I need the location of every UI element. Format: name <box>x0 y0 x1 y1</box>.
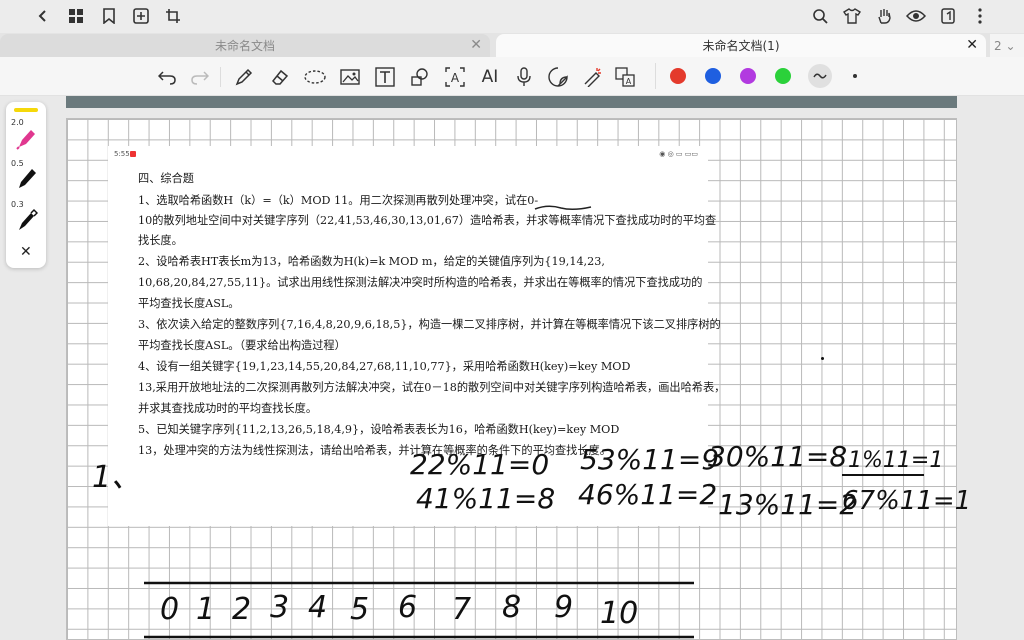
tab-overflow-button[interactable]: 2 ⌄ <box>990 34 1024 57</box>
index-label: 6 <box>398 590 418 625</box>
tab-label: 未命名文档(1) <box>702 39 780 53</box>
ocr-icon[interactable]: A <box>443 65 467 89</box>
close-icon[interactable]: ✕ <box>20 244 32 260</box>
tab-strip: 未命名文档 ✕ 未命名文档(1) ✕ 2 ⌄ <box>0 33 1024 57</box>
question-line: 1、选取哈希函数H（k）=（k）MOD 11。用二次探测再散列处理冲突，试在0- <box>138 194 539 207</box>
crop-icon[interactable] <box>162 5 184 27</box>
index-label: 2 <box>232 592 252 627</box>
tablet-icon[interactable] <box>937 5 959 27</box>
question-line: 4、设有一组关键字{19,1,23,14,55,20,84,27,68,11,1… <box>138 360 631 373</box>
question-line: 四、综合题 <box>138 172 194 185</box>
index-label: 9 <box>554 590 574 625</box>
question-line: 并求其查找成功时的平均查找长度。 <box>138 402 318 415</box>
handwritten-equation: 22%11=0 <box>410 448 550 481</box>
close-icon[interactable]: ✕ <box>470 37 482 53</box>
fountain-pen-icon[interactable] <box>16 208 39 236</box>
more-vertical-icon[interactable] <box>969 5 991 27</box>
question-line: 2、设哈希表HT表长m为13，哈希函数为H(k)=k MOD m，给定的关键值序… <box>138 255 605 268</box>
eye-icon[interactable] <box>905 5 927 27</box>
color-swatch-red[interactable] <box>670 68 686 84</box>
highlighter-color-bar <box>14 108 38 112</box>
add-page-icon[interactable] <box>130 5 152 27</box>
shirt-icon[interactable] <box>841 5 863 27</box>
divider <box>220 67 221 87</box>
stroke-size-dot[interactable] <box>853 74 857 78</box>
highlighter-icon[interactable] <box>16 126 38 154</box>
handwritten-equation: 53%11=9 <box>580 443 720 476</box>
shape-icon[interactable] <box>408 65 432 89</box>
undo-icon[interactable] <box>155 65 179 89</box>
handwritten-label: 1、 <box>92 460 142 495</box>
image-icon[interactable] <box>338 65 362 89</box>
hash-table-top-line <box>144 581 694 585</box>
stroke-style-icon[interactable] <box>808 64 832 88</box>
handwritten-equation: 67%11=1 <box>842 486 972 516</box>
question-line: 5、已知关键字序列{11,2,13,26,5,18,4,9}，设哈希表表长为16… <box>138 423 620 436</box>
handwritten-equation: 46%11=2 <box>578 478 718 511</box>
color-swatch-green[interactable] <box>775 68 791 84</box>
divider <box>655 63 656 89</box>
drawing-toolbar: A AI A <box>0 57 1024 96</box>
redo-icon[interactable] <box>188 65 212 89</box>
index-label: 7 <box>452 592 472 627</box>
question-line: 找长度。 <box>138 234 183 247</box>
hash-table-bottom-line <box>144 635 694 639</box>
ai-icon[interactable]: AI <box>478 65 502 89</box>
index-label: 10 <box>600 596 639 631</box>
previous-page-edge <box>66 96 957 108</box>
grid-icon[interactable] <box>65 5 87 27</box>
laser-pointer-icon[interactable] <box>580 65 604 89</box>
status-icons: ◉ ◎ ▭ ▭▭ <box>659 150 698 158</box>
handwritten-equation: 41%11=8 <box>416 482 556 515</box>
handwritten-equation: 13%11=2 <box>718 488 858 521</box>
pen-tool-icon[interactable] <box>16 166 38 194</box>
index-label: 4 <box>308 590 328 625</box>
translate-icon[interactable]: A <box>613 65 637 89</box>
handwritten-fraction-line <box>842 474 924 476</box>
bookmark-icon[interactable] <box>98 5 120 27</box>
hand-icon[interactable] <box>873 5 895 27</box>
tab-document-2[interactable]: 未命名文档(1) ✕ <box>496 34 986 57</box>
question-line: 平均查找长度ASL。 <box>138 297 240 310</box>
ink-dot <box>821 357 824 360</box>
index-label: 8 <box>502 590 522 625</box>
pen-size-panel: 2.0 0.5 0.3 ✕ <box>6 102 46 268</box>
color-swatch-purple[interactable] <box>740 68 756 84</box>
tab-document-1[interactable]: 未命名文档 ✕ <box>0 34 490 57</box>
question-line: 10的散列地址空间中对关键字序列（22,41,53,46,30,13,01,67… <box>138 214 717 227</box>
question-line: 13,采用开放地址法的二次探测再散列方法解决冲突，试在0－18的散列空间中对关键… <box>138 381 726 394</box>
lasso-icon[interactable] <box>303 65 327 89</box>
pen-icon[interactable] <box>232 65 256 89</box>
index-label: 1 <box>196 592 216 627</box>
question-line: 平均查找长度ASL。（要求给出构造过程） <box>138 339 346 352</box>
tab-label: 未命名文档 <box>214 39 275 53</box>
close-icon[interactable]: ✕ <box>966 37 978 53</box>
top-bar <box>0 0 1024 33</box>
svg-text:A: A <box>451 71 460 85</box>
question-line: 3、依次读入给定的整数序列{7,16,4,8,20,9,6,18,5}，构造一棵… <box>138 318 721 331</box>
question-line: 10,68,20,84,27,55,11}。试求出用线性探测法解决冲突时所构造的… <box>138 276 703 289</box>
status-time: 5:55 <box>114 150 130 158</box>
index-label: 3 <box>270 590 290 625</box>
index-label: 5 <box>350 592 370 627</box>
index-label: 0 <box>160 592 180 627</box>
handwritten-equation: 30%11=8 <box>708 440 848 473</box>
svg-text:A: A <box>626 77 632 86</box>
text-box-icon[interactable] <box>373 65 397 89</box>
search-icon[interactable] <box>809 5 831 27</box>
sticker-icon[interactable] <box>546 65 570 89</box>
chevron-left-icon[interactable] <box>32 5 54 27</box>
microphone-icon[interactable] <box>512 65 536 89</box>
note-page-grid[interactable]: 5:55 ◉ ◎ ▭ ▭▭ 四、综合题 1、选取哈希函数H（k）=（k）MOD … <box>66 118 957 640</box>
handwritten-equation: 1%11=1 <box>848 448 944 473</box>
notification-icon <box>130 151 136 157</box>
eraser-icon[interactable] <box>268 65 292 89</box>
handwritten-underline <box>534 205 592 211</box>
color-swatch-blue[interactable] <box>705 68 721 84</box>
